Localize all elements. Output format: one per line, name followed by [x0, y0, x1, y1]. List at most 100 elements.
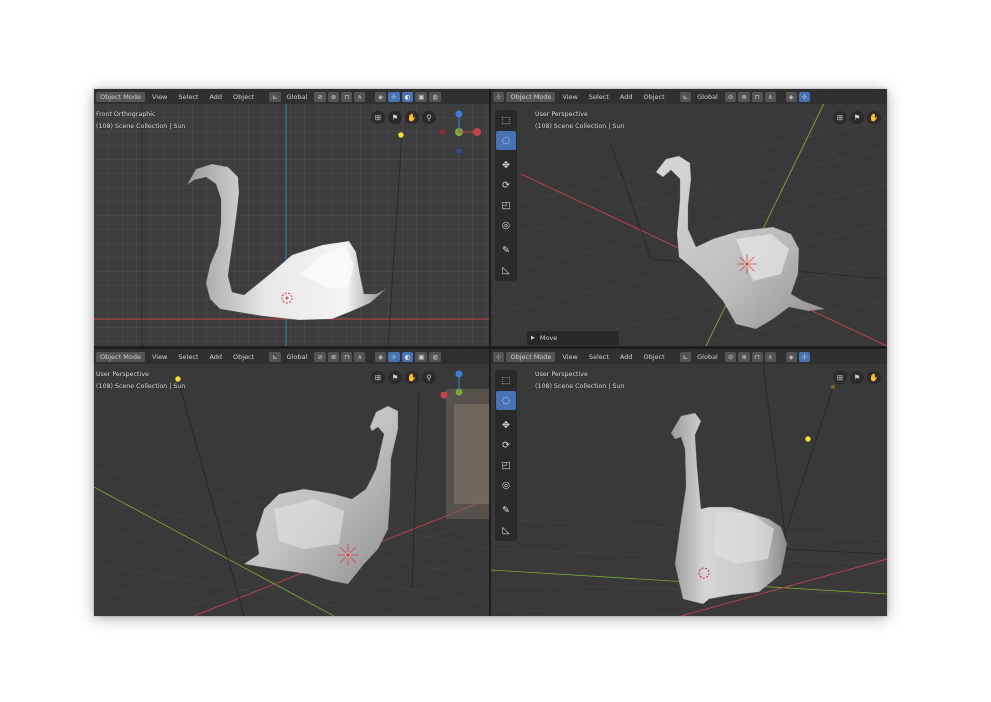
grid-icon[interactable]: ⊞ — [833, 111, 847, 124]
camera-icon[interactable]: ⚑ — [388, 371, 402, 384]
menu-object[interactable]: Object — [640, 352, 669, 362]
visibility-icon[interactable]: ◈ — [785, 91, 797, 102]
rotate-icon[interactable]: ⟳ — [496, 436, 516, 455]
proportional-edit-icon[interactable]: ⊓ — [751, 351, 763, 362]
zoom-icon[interactable]: ⚲ — [422, 371, 436, 384]
orientation-dropdown[interactable]: Global — [693, 92, 722, 102]
proportional-edit-icon[interactable]: ⊓ — [341, 351, 353, 362]
annotate-icon[interactable]: ✎ — [496, 501, 516, 520]
menu-add[interactable]: Add — [616, 92, 637, 102]
overlay-toggle-icon[interactable]: ◐ — [401, 91, 414, 102]
menu-add[interactable]: Add — [616, 352, 637, 362]
hand-pan-icon[interactable]: ✋ — [867, 371, 881, 384]
shading-icon[interactable]: ◍ — [429, 351, 442, 362]
light-direction-line — [387, 134, 403, 346]
shading-icon[interactable]: ◍ — [429, 91, 442, 102]
menu-view[interactable]: View — [148, 92, 171, 102]
viewport-user-perspective-bottom-left[interactable]: Object Mode View Select Add Object ⊾ Glo… — [94, 349, 489, 616]
snap-icon[interactable]: ⊕ — [738, 91, 750, 102]
grid-icon[interactable]: ⊞ — [833, 371, 847, 384]
snap-icon[interactable]: ⊕ — [327, 91, 340, 102]
grid-icon[interactable]: ⊞ — [371, 111, 385, 124]
orientation-dropdown[interactable]: Global — [283, 92, 312, 102]
menu-view[interactable]: View — [558, 352, 581, 362]
transform-icon[interactable]: ◎ — [496, 476, 516, 495]
menu-view[interactable]: View — [558, 92, 581, 102]
orientation-icon[interactable]: ⊾ — [679, 351, 692, 362]
proportional-edit-icon[interactable]: ⊓ — [751, 91, 763, 102]
falloff-icon[interactable]: ∧ — [764, 91, 776, 102]
move-icon[interactable]: ✥ — [496, 416, 516, 435]
mode-dropdown[interactable]: Object Mode — [506, 351, 556, 362]
viewport-user-perspective-top[interactable]: ⊹ Object Mode View Select Add Object ⊾ G… — [491, 89, 887, 346]
orientation-icon[interactable]: ⊾ — [269, 351, 281, 362]
gizmo-toggle-icon[interactable]: ⊹ — [388, 351, 400, 362]
annotate-icon[interactable]: ✎ — [496, 241, 516, 260]
viewport-user-perspective-bottom-right[interactable]: ⊹ Object Mode View Select Add Object ⊾ G… — [491, 349, 887, 616]
falloff-icon[interactable]: ∧ — [764, 351, 776, 362]
sun-light — [805, 436, 811, 442]
viewport-front-orthographic[interactable]: Object Mode View Select Add Object ⊾ Glo… — [94, 89, 489, 346]
orientation-icon[interactable]: ⊾ — [679, 91, 692, 102]
hand-pan-icon[interactable]: ✋ — [405, 111, 419, 124]
select-box-icon[interactable]: ⬚ — [496, 111, 516, 130]
orientation-dropdown[interactable]: Global — [283, 352, 312, 362]
grid-icon[interactable]: ⊞ — [371, 371, 385, 384]
editor-type-icon[interactable]: ⊹ — [493, 351, 505, 362]
camera-icon[interactable]: ⚑ — [850, 371, 864, 384]
tool-shelf: ⬚ ◌ ✥ ⟳ ◰ ◎ ✎ ◺ — [495, 110, 517, 281]
cursor-icon[interactable]: ◌ — [496, 391, 516, 410]
pivot-icon[interactable]: ⊘ — [724, 91, 737, 102]
gizmo-toggle-icon[interactable]: ⊹ — [798, 91, 811, 102]
menu-object[interactable]: Object — [229, 92, 258, 102]
visibility-icon[interactable]: ◈ — [785, 351, 797, 362]
orientation-dropdown[interactable]: Global — [693, 352, 722, 362]
hand-pan-icon[interactable]: ✋ — [405, 371, 419, 384]
xray-icon[interactable]: ▣ — [415, 351, 428, 362]
proportional-edit-icon[interactable]: ⊓ — [341, 91, 353, 102]
measure-icon[interactable]: ◺ — [496, 261, 516, 280]
pivot-icon[interactable]: ⊘ — [724, 351, 737, 362]
menu-view[interactable]: View — [148, 352, 171, 362]
transform-icon[interactable]: ◎ — [496, 216, 516, 235]
pivot-icon[interactable]: ⊘ — [314, 91, 326, 102]
snap-icon[interactable]: ⊕ — [327, 351, 340, 362]
menu-select[interactable]: Select — [174, 352, 202, 362]
cursor-icon[interactable]: ◌ — [496, 131, 516, 150]
mode-dropdown[interactable]: Object Mode — [96, 91, 145, 102]
menu-add[interactable]: Add — [205, 92, 226, 102]
camera-icon[interactable]: ⚑ — [850, 111, 864, 124]
gizmo-toggle-icon[interactable]: ⊹ — [388, 91, 400, 102]
visibility-icon[interactable]: ◈ — [375, 91, 387, 102]
menu-object[interactable]: Object — [229, 352, 258, 362]
camera-icon[interactable]: ⚑ — [388, 111, 402, 124]
visibility-icon[interactable]: ◈ — [375, 351, 387, 362]
menu-select[interactable]: Select — [585, 352, 613, 362]
menu-select[interactable]: Select — [585, 92, 613, 102]
menu-object[interactable]: Object — [640, 92, 669, 102]
select-box-icon[interactable]: ⬚ — [496, 371, 516, 390]
xray-icon[interactable]: ▣ — [415, 91, 428, 102]
gizmo-x — [473, 128, 481, 136]
pivot-icon[interactable]: ⊘ — [314, 351, 326, 362]
menu-add[interactable]: Add — [205, 352, 226, 362]
editor-type-icon[interactable]: ⊹ — [493, 91, 505, 102]
orientation-icon[interactable]: ⊾ — [269, 91, 281, 102]
zoom-icon[interactable]: ⚲ — [422, 111, 436, 124]
snap-icon[interactable]: ⊕ — [738, 351, 750, 362]
last-operator-panel[interactable]: ▶ Move — [527, 331, 619, 345]
menu-select[interactable]: Select — [174, 92, 202, 102]
falloff-icon[interactable]: ∧ — [354, 351, 366, 362]
hand-pan-icon[interactable]: ✋ — [867, 111, 881, 124]
move-icon[interactable]: ✥ — [496, 156, 516, 175]
rotate-icon[interactable]: ⟳ — [496, 176, 516, 195]
gizmo-toggle-icon[interactable]: ⊹ — [798, 351, 811, 362]
gizmo-neg-x — [439, 129, 445, 135]
falloff-icon[interactable]: ∧ — [354, 91, 366, 102]
scale-icon[interactable]: ◰ — [496, 456, 516, 475]
overlay-toggle-icon[interactable]: ◐ — [401, 351, 414, 362]
scale-icon[interactable]: ◰ — [496, 196, 516, 215]
mode-dropdown[interactable]: Object Mode — [96, 351, 145, 362]
mode-dropdown[interactable]: Object Mode — [506, 91, 556, 102]
measure-icon[interactable]: ◺ — [496, 521, 516, 540]
